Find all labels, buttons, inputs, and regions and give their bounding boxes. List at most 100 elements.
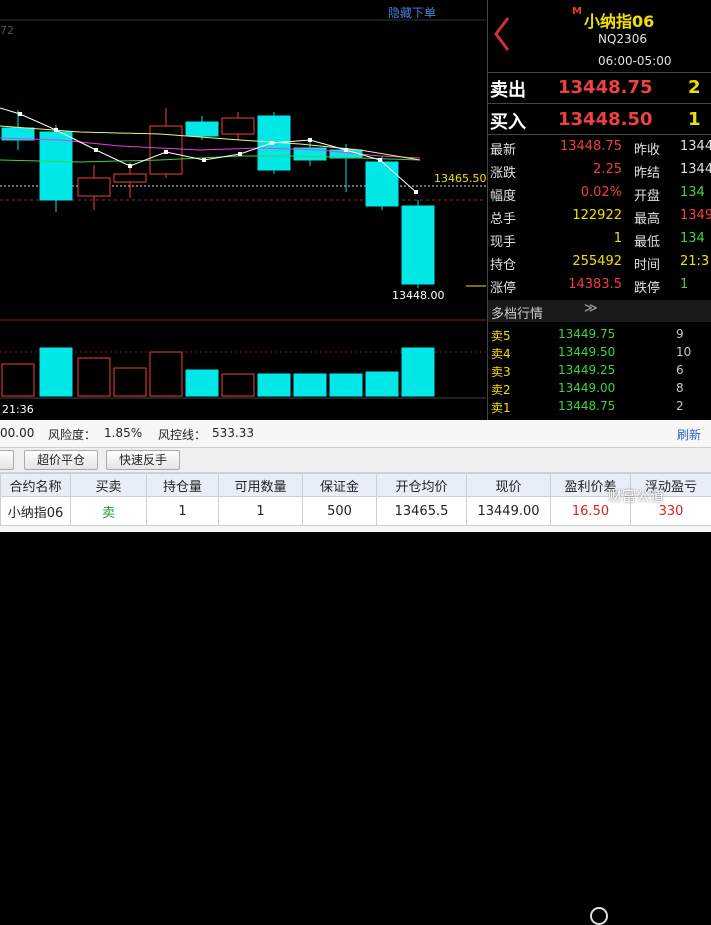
- candle: [114, 174, 146, 182]
- cell-side: 卖: [71, 497, 147, 526]
- quote-label: 涨跌: [490, 162, 516, 181]
- control-value: 533.33: [212, 426, 254, 440]
- candle: [40, 132, 72, 200]
- cell-open-avg: 13465.5: [377, 497, 467, 526]
- candle: [186, 122, 218, 136]
- depth-level-label: 卖2: [491, 381, 511, 398]
- depth-level-label: 卖1: [491, 399, 511, 416]
- cell-last: 13449.00: [467, 497, 551, 526]
- risk-value: 1.85%: [104, 426, 142, 440]
- hide-orders-link[interactable]: 隐藏下单: [388, 4, 436, 21]
- refresh-button[interactable]: 刷新: [677, 426, 701, 443]
- quick-reverse-button[interactable]: 快速反手: [106, 450, 180, 470]
- positions-header-row: 合约名称买卖持仓量可用数量保证金开仓均价现价盈利价差浮动盈亏: [1, 474, 711, 497]
- quote-label: 最低: [634, 231, 660, 250]
- instrument-code: NQ2306: [598, 32, 647, 46]
- column-header[interactable]: 开仓均价: [377, 474, 467, 497]
- divider: [488, 134, 711, 135]
- volume-bar: [222, 374, 254, 396]
- expand-chevron-icon[interactable]: ≫: [584, 301, 598, 316]
- ma-point: [270, 141, 274, 145]
- quote-label: 最高: [634, 208, 660, 227]
- super-close-button[interactable]: 超价平仓: [24, 450, 98, 470]
- depth-row[interactable]: 卖113448.752: [488, 398, 711, 416]
- depth-row[interactable]: 卖513449.759: [488, 326, 711, 344]
- depth-row[interactable]: 卖413449.5010: [488, 344, 711, 362]
- balance-fragment: 00.00: [0, 426, 34, 440]
- quote-label: 昨结: [634, 162, 660, 181]
- ma-point: [164, 150, 168, 154]
- depth-price: 13449.00: [558, 381, 615, 395]
- volume-bar: [114, 368, 146, 396]
- quote-value: 14383.5: [568, 277, 622, 292]
- volume-bar: [294, 374, 326, 396]
- column-header[interactable]: 保证金: [303, 474, 377, 497]
- quote-value: 1344: [680, 162, 711, 177]
- quote-row: 涨跌2.25昨结1344: [488, 160, 711, 183]
- divider: [488, 103, 711, 104]
- volume-bar: [366, 372, 398, 396]
- volume-bar: [78, 358, 110, 396]
- depth-qty: 2: [676, 399, 684, 413]
- kline-chart-svg: [0, 0, 486, 420]
- volume-bar: [186, 370, 218, 396]
- depth-price: 13449.75: [558, 327, 615, 341]
- quote-row: 最新13448.75昨收1344: [488, 137, 711, 160]
- ma-point: [18, 112, 22, 116]
- cell-margin: 500: [303, 497, 377, 526]
- instrument-name: 小纳指06: [584, 8, 654, 32]
- positions-table: 合约名称买卖持仓量可用数量保证金开仓均价现价盈利价差浮动盈亏 小纳指06卖115…: [0, 473, 711, 526]
- quote-label: 现手: [490, 231, 516, 250]
- risk-label: 风险度：: [48, 426, 96, 443]
- ma-point: [94, 148, 98, 152]
- volume-bar: [40, 348, 72, 396]
- volume-bar: [402, 348, 434, 396]
- quote-value: 255492: [572, 254, 622, 269]
- depth-qty: 8: [676, 381, 684, 395]
- quote-label: 涨停: [490, 277, 516, 296]
- quote-row: 持仓255492时间21:3: [488, 252, 711, 275]
- ma-point: [414, 190, 418, 194]
- instrument-marker: M: [572, 6, 582, 17]
- kline-chart[interactable]: 隐藏下单 72 13465.50 13448.00 21:36: [0, 0, 486, 420]
- depth-title: 多档行情: [491, 303, 543, 322]
- candle: [402, 206, 434, 284]
- depth-row[interactable]: 卖2 13449.00 8: [488, 380, 711, 398]
- sell-label: 卖出: [490, 76, 526, 102]
- buy-price: 13448.50: [558, 109, 653, 130]
- depth-header[interactable]: 多档行情 ≫: [488, 300, 711, 322]
- quote-value: 21:3: [680, 254, 709, 269]
- quote-label: 最新: [490, 139, 516, 158]
- volume-bar: [150, 352, 182, 396]
- column-header[interactable]: 持仓量: [147, 474, 219, 497]
- last-price-label: 13465.50: [434, 172, 487, 185]
- column-header[interactable]: 可用数量: [219, 474, 303, 497]
- depth-row[interactable]: 卖313449.256: [488, 362, 711, 380]
- quote-value: 122922: [572, 208, 622, 223]
- cell-qty: 1: [147, 497, 219, 526]
- volume-bar: [258, 374, 290, 396]
- cell-avail: 1: [219, 497, 303, 526]
- toolbar-button-partial[interactable]: [0, 450, 14, 470]
- ma-point: [344, 148, 348, 152]
- control-label: 风控线：: [158, 426, 206, 443]
- quote-value: 13448.75: [560, 139, 622, 154]
- best-bid-row[interactable]: 买入 13448.50 1: [488, 106, 711, 134]
- quote-label: 幅度: [490, 185, 516, 204]
- back-arrow-icon[interactable]: [488, 14, 516, 54]
- depth-qty: 6: [676, 363, 684, 377]
- best-ask-row[interactable]: 卖出 13448.75 2: [488, 74, 711, 102]
- time-axis-label: 21:36: [2, 403, 34, 416]
- column-header[interactable]: 合约名称: [1, 474, 71, 497]
- volume-bar: [330, 374, 362, 396]
- buy-qty: 1: [688, 109, 701, 130]
- trading-panel: 00.00 风险度： 1.85% 风控线： 533.33 刷新 超价平仓 快速反…: [0, 420, 711, 532]
- quote-label: 开盘: [634, 185, 660, 204]
- depth-level-label: 卖4: [491, 345, 511, 362]
- quote-value: 134: [680, 185, 705, 200]
- depth-qty: 9: [676, 327, 684, 341]
- column-header[interactable]: 买卖: [71, 474, 147, 497]
- ma-point: [202, 158, 206, 162]
- column-header[interactable]: 现价: [467, 474, 551, 497]
- table-row[interactable]: 小纳指06卖1150013465.513449.0016.50330: [1, 497, 711, 526]
